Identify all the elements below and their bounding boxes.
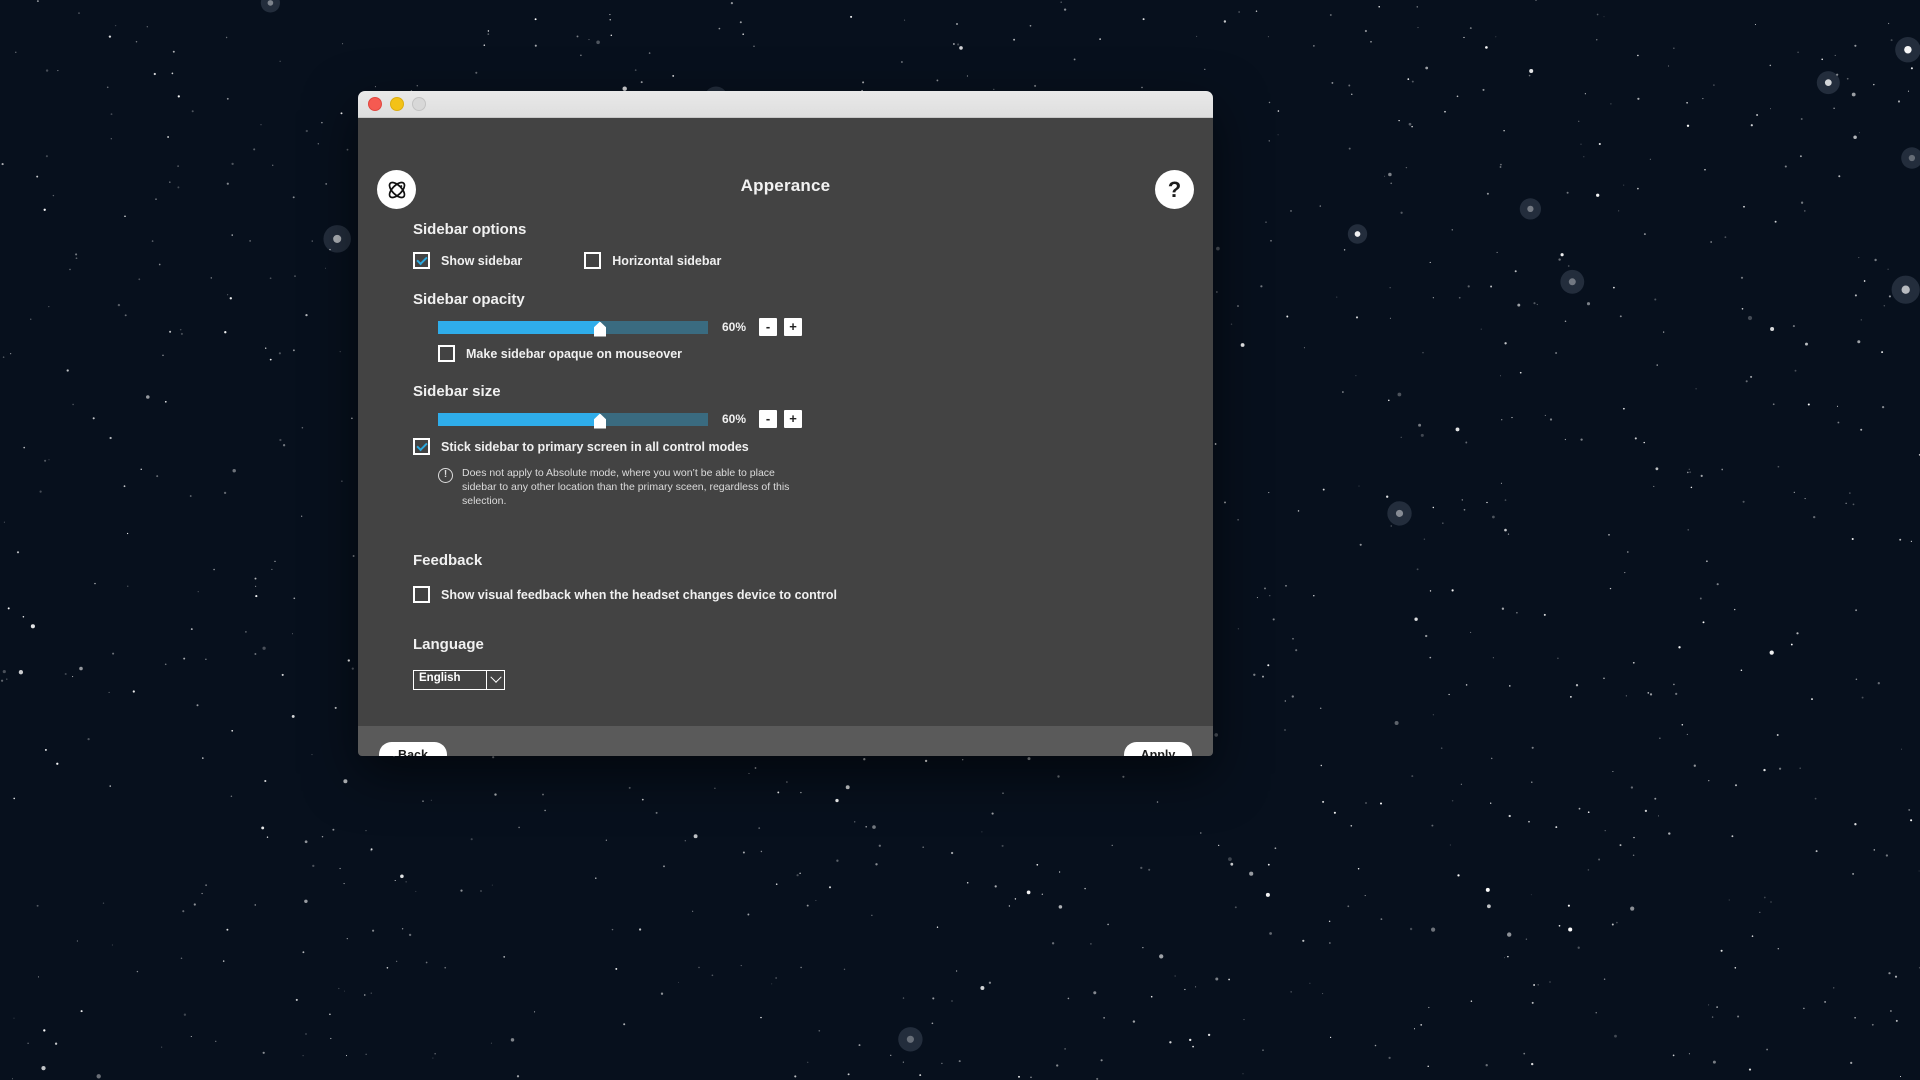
language-select-value: English [419, 672, 461, 684]
label-sidebar-size: Sidebar size [413, 383, 501, 400]
help-button[interactable]: ? [1155, 170, 1194, 209]
back-button[interactable]: Back [379, 742, 447, 756]
language-select[interactable]: English [413, 670, 505, 690]
section-heading-feedback: Feedback [413, 552, 483, 569]
show-sidebar-checkbox[interactable] [413, 252, 430, 269]
minimize-button[interactable] [390, 97, 404, 111]
horizontal-sidebar-checkbox[interactable] [584, 252, 602, 269]
visual-feedback-checkbox-row[interactable]: Show visual feedback when the headset ch… [413, 586, 1183, 603]
opaque-on-mouseover-checkbox-row[interactable]: Make sidebar opaque on mouseover [438, 345, 1183, 362]
settings-content: Sidebar options Show sidebar Horizontal … [413, 221, 1183, 690]
visual-feedback-checkbox[interactable] [413, 586, 430, 603]
section-heading-sidebar-options: Sidebar options [413, 221, 527, 238]
sidebar-opacity-increase-button[interactable]: + [784, 318, 802, 336]
info-exclamation-icon: ! [438, 468, 453, 483]
sidebar-opacity-slider-fill [438, 320, 600, 334]
sidebar-size-decrease-button[interactable]: - [759, 410, 777, 428]
sidebar-opacity-slider[interactable] [438, 320, 708, 337]
stick-sidebar-label: Stick sidebar to primary screen in all c… [441, 439, 749, 454]
opaque-on-mouseover-label: Make sidebar opaque on mouseover [466, 346, 683, 361]
page-title: Apperance [740, 176, 831, 195]
opaque-on-mouseover-checkbox[interactable] [438, 345, 455, 362]
apply-button[interactable]: Apply [1124, 742, 1192, 756]
horizontal-sidebar-label: Horizontal sidebar [612, 253, 722, 268]
section-heading-language: Language [413, 636, 484, 653]
window-footer: Back Apply [358, 726, 1213, 756]
chevron-down-icon[interactable] [486, 671, 504, 689]
sidebar-opacity-value: 60% [722, 320, 747, 334]
stick-sidebar-checkbox[interactable] [413, 438, 430, 455]
visual-feedback-label: Show visual feedback when the headset ch… [441, 587, 837, 602]
close-button[interactable] [368, 97, 382, 111]
stick-sidebar-checkbox-row[interactable]: Stick sidebar to primary screen in all c… [413, 438, 1183, 455]
label-sidebar-opacity: Sidebar opacity [413, 291, 525, 308]
horizontal-sidebar-checkbox-row[interactable]: Horizontal sidebar [584, 252, 721, 269]
absolute-mode-note-text: Does not apply to Absolute mode, where y… [462, 467, 790, 507]
window-body: Apperance ? Sidebar options Show sidebar… [358, 118, 1213, 726]
settings-window: Apperance ? Sidebar options Show sidebar… [358, 91, 1213, 756]
maximize-button [412, 97, 426, 111]
window-titlebar [358, 91, 1213, 118]
show-sidebar-checkbox-row[interactable]: Show sidebar [413, 252, 522, 269]
sidebar-size-increase-button[interactable]: + [784, 410, 802, 428]
sidebar-size-slider[interactable] [438, 412, 708, 429]
help-icon: ? [1167, 176, 1182, 202]
absolute-mode-note: ! Does not apply to Absolute mode, where… [438, 466, 808, 508]
sidebar-size-value: 60% [722, 412, 747, 426]
show-sidebar-label: Show sidebar [441, 253, 523, 268]
sidebar-opacity-decrease-button[interactable]: - [759, 318, 777, 336]
sidebar-size-slider-fill [438, 412, 600, 426]
